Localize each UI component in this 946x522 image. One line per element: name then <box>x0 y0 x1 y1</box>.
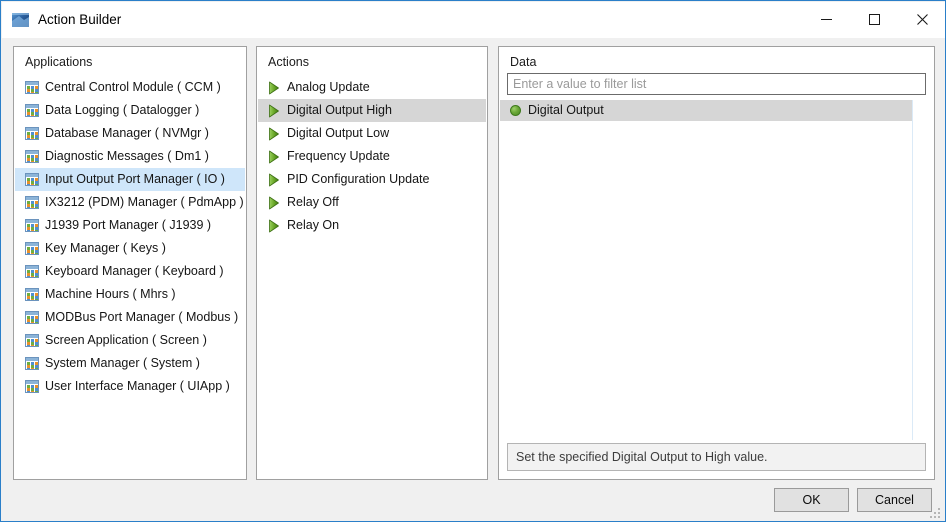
maximize-icon <box>868 13 880 25</box>
app-window-icon <box>12 12 29 28</box>
list-item-application-label: IX3212 (PDM) Manager ( PdmApp ) <box>45 195 244 209</box>
list-item-action[interactable]: Frequency Update <box>258 145 486 168</box>
list-item-application[interactable]: System Manager ( System ) <box>15 352 245 375</box>
list-item-action[interactable]: Digital Output Low <box>258 122 486 145</box>
data-panel-label: Data <box>510 55 537 69</box>
list-item-application-label: Database Manager ( NVMgr ) <box>45 126 209 140</box>
list-item-application[interactable]: Keyboard Manager ( Keyboard ) <box>15 260 245 283</box>
list-item-application-label: J1939 Port Manager ( J1939 ) <box>45 218 212 232</box>
minimize-icon <box>820 18 832 20</box>
actions-list[interactable]: Analog Update Digital Output High Digital … <box>258 76 486 237</box>
play-triangle-icon <box>269 150 279 163</box>
actions-panel-label: Actions <box>268 55 309 69</box>
data-panel: Data Enter a value to filter list Digita… <box>498 46 935 480</box>
play-triangle-icon <box>269 127 279 140</box>
applications-panel-label: Applications <box>25 55 93 69</box>
play-triangle-icon <box>269 219 279 232</box>
play-triangle-icon <box>269 81 279 94</box>
action-builder-window: Action Builder Applications Central Cont… <box>0 0 946 522</box>
filter-input-placeholder: Enter a value to filter list <box>513 76 647 91</box>
grid-icon <box>25 334 39 347</box>
grid-icon <box>25 357 39 370</box>
maximize-button[interactable] <box>851 3 897 35</box>
data-list[interactable]: Digital Output <box>500 100 912 121</box>
list-item-application[interactable]: Key Manager ( Keys ) <box>15 237 245 260</box>
list-item-application-label: Input Output Port Manager ( IO ) <box>45 172 225 186</box>
grid-icon <box>25 81 39 94</box>
list-item-action-label: Digital Output High <box>287 103 392 117</box>
grid-icon <box>25 380 39 393</box>
minimize-button[interactable] <box>803 3 849 35</box>
list-item-action-label: Relay On <box>287 218 340 232</box>
list-item-action[interactable]: Analog Update <box>258 76 486 99</box>
grid-icon <box>25 196 39 209</box>
list-item-application-label: User Interface Manager ( UIApp ) <box>45 379 230 393</box>
grid-icon <box>25 242 39 255</box>
list-item-action-label: Digital Output Low <box>287 126 390 140</box>
list-item-action-label: Relay Off <box>287 195 339 209</box>
green-sphere-icon <box>510 105 521 116</box>
list-item-application[interactable]: Data Logging ( Datalogger ) <box>15 99 245 122</box>
list-item-action[interactable]: Relay Off <box>258 191 486 214</box>
list-item-application-label: Diagnostic Messages ( Dm1 ) <box>45 149 209 163</box>
grid-icon <box>25 265 39 278</box>
list-item-application[interactable]: IX3212 (PDM) Manager ( PdmApp ) <box>15 191 245 214</box>
list-item-application[interactable]: Input Output Port Manager ( IO ) <box>15 168 245 191</box>
title-bar[interactable]: Action Builder <box>2 2 945 38</box>
list-item-action-label: PID Configuration Update <box>287 172 430 186</box>
resize-grip[interactable] <box>930 506 942 518</box>
list-item-action[interactable]: Digital Output High <box>258 99 486 122</box>
applications-list[interactable]: Central Control Module ( CCM ) Data Loggi… <box>15 76 245 398</box>
list-item-application[interactable]: Screen Application ( Screen ) <box>15 329 245 352</box>
play-triangle-icon <box>269 196 279 209</box>
list-item-application[interactable]: Machine Hours ( Mhrs ) <box>15 283 245 306</box>
dialog-client-area: Applications Central Control Module ( CC… <box>2 38 945 521</box>
actions-panel: Actions Analog Update Digital Output High… <box>256 46 488 480</box>
list-item-application-label: MODBus Port Manager ( Modbus ) <box>45 310 239 324</box>
grid-icon <box>25 219 39 232</box>
list-item-application-label: Central Control Module ( CCM ) <box>45 80 221 94</box>
list-item-application[interactable]: Diagnostic Messages ( Dm1 ) <box>15 145 245 168</box>
list-item-application-label: Key Manager ( Keys ) <box>45 241 166 255</box>
close-icon <box>916 13 928 25</box>
list-item-action[interactable]: PID Configuration Update <box>258 168 486 191</box>
grid-icon <box>25 127 39 140</box>
grid-icon <box>25 104 39 117</box>
action-description: Set the specified Digital Output to High… <box>507 443 926 471</box>
list-item-application-label: System Manager ( System ) <box>45 356 200 370</box>
cancel-button[interactable]: Cancel <box>857 488 932 512</box>
list-item-application[interactable]: Database Manager ( NVMgr ) <box>15 122 245 145</box>
list-item-action-label: Frequency Update <box>287 149 390 163</box>
action-description-text: Set the specified Digital Output to High… <box>516 449 768 464</box>
list-item-application-label: Keyboard Manager ( Keyboard ) <box>45 264 224 278</box>
list-item-application[interactable]: Central Control Module ( CCM ) <box>15 76 245 99</box>
list-item-application-label: Machine Hours ( Mhrs ) <box>45 287 176 301</box>
list-item-application[interactable]: User Interface Manager ( UIApp ) <box>15 375 245 398</box>
list-item-application[interactable]: J1939 Port Manager ( J1939 ) <box>15 214 245 237</box>
ok-button[interactable]: OK <box>774 488 849 512</box>
grid-icon <box>25 311 39 324</box>
data-list-divider <box>912 100 913 440</box>
list-item-action[interactable]: Relay On <box>258 214 486 237</box>
window-title: Action Builder <box>38 12 122 27</box>
list-item-data[interactable]: Digital Output <box>500 100 912 121</box>
list-item-application[interactable]: MODBus Port Manager ( Modbus ) <box>15 306 245 329</box>
grid-icon <box>25 288 39 301</box>
list-item-application-label: Screen Application ( Screen ) <box>45 333 207 347</box>
filter-input[interactable]: Enter a value to filter list <box>507 73 926 95</box>
play-triangle-icon <box>269 173 279 186</box>
list-item-action-label: Analog Update <box>287 80 370 94</box>
grid-icon <box>25 150 39 163</box>
applications-panel: Applications Central Control Module ( CC… <box>13 46 247 480</box>
close-button[interactable] <box>899 3 945 35</box>
grid-icon <box>25 173 39 186</box>
play-triangle-icon <box>269 104 279 117</box>
list-item-application-label: Data Logging ( Datalogger ) <box>45 103 200 117</box>
list-item-data-label: Digital Output <box>528 103 604 117</box>
